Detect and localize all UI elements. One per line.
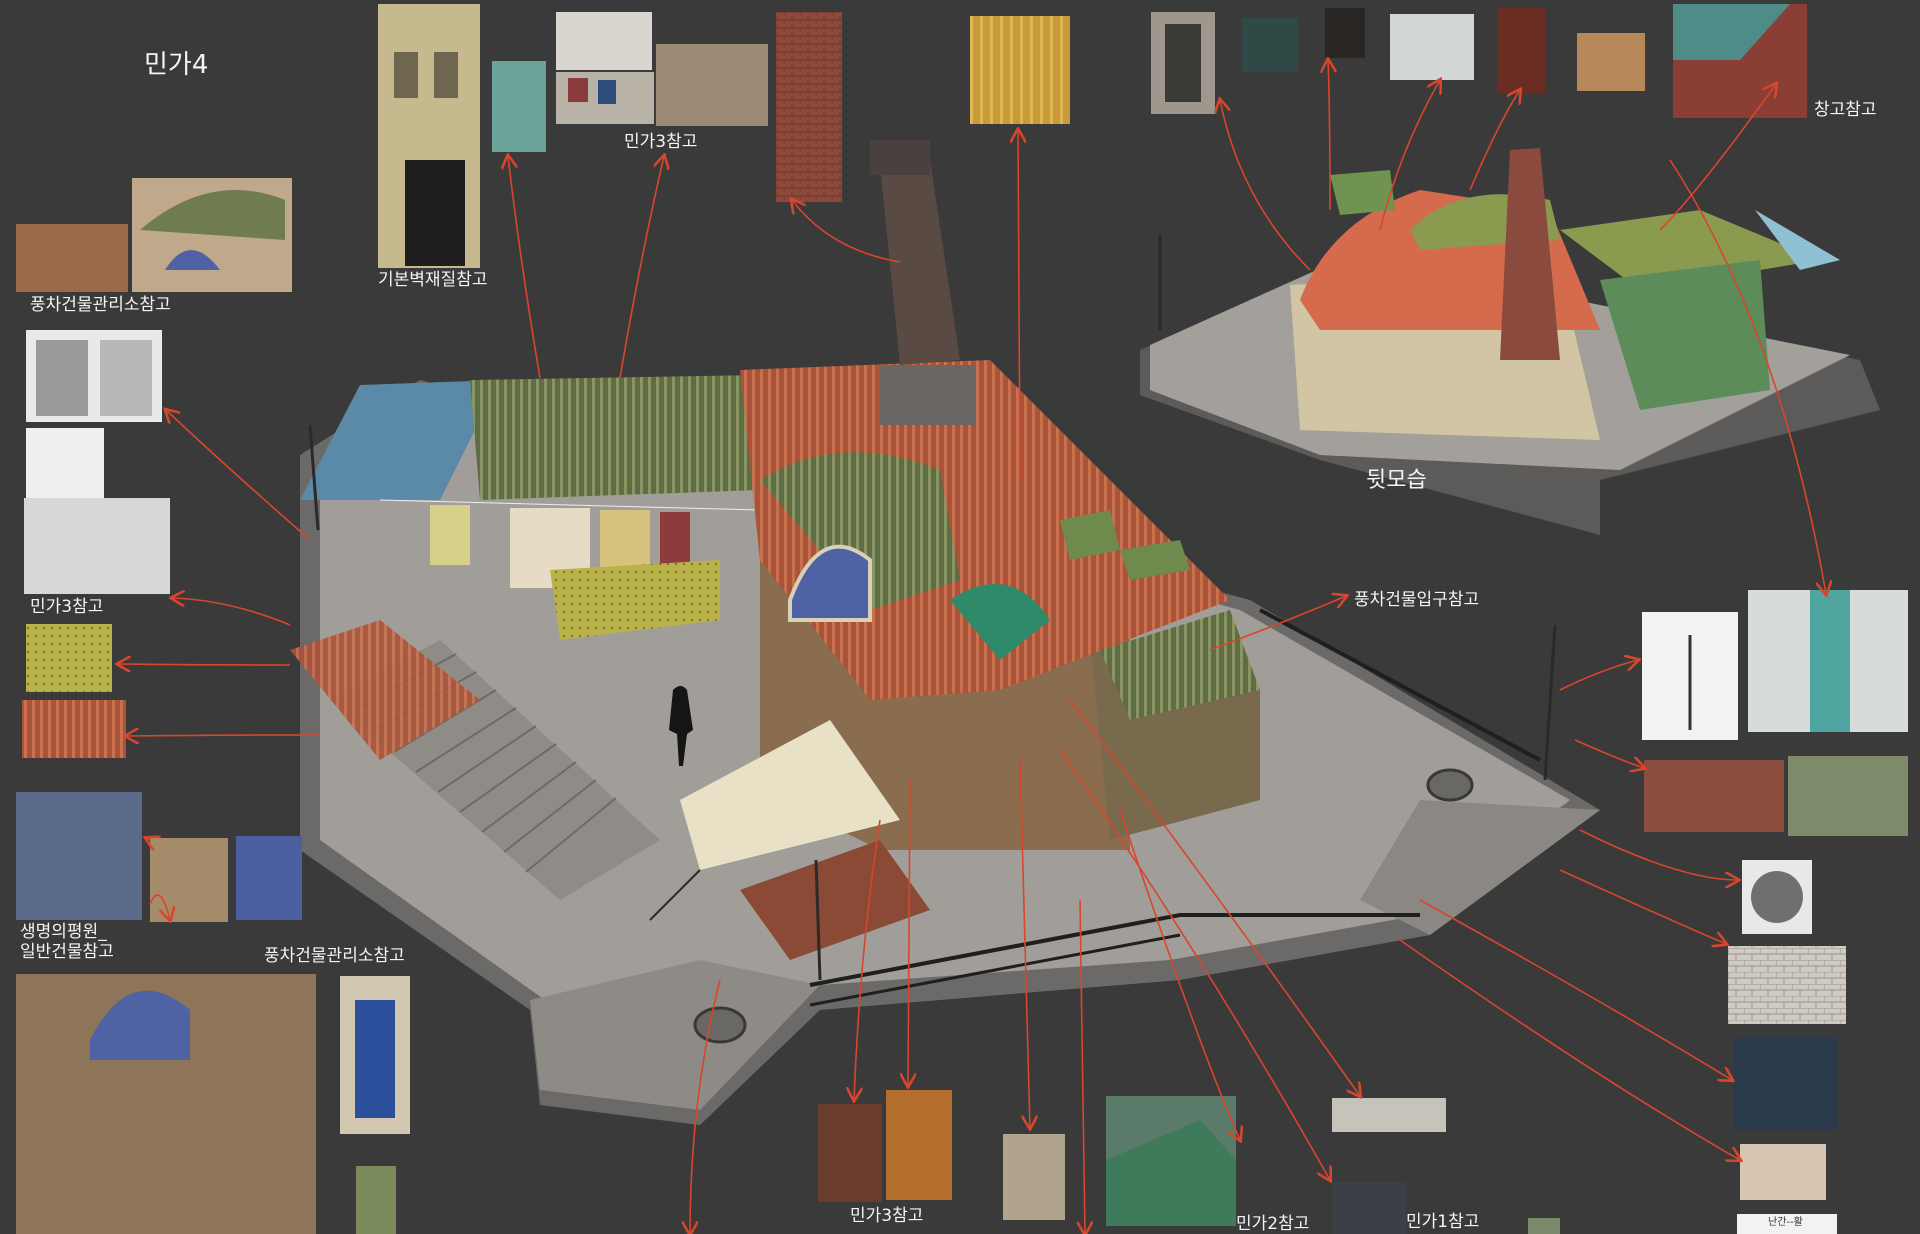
label-windmill-office-top: 풍차건물관리소참고 bbox=[30, 295, 171, 315]
thumb-dotted-fabric bbox=[26, 624, 112, 692]
label-house3-left: 민가3참고 bbox=[30, 597, 104, 617]
back-view-illustration bbox=[1140, 148, 1880, 535]
thumb-arched-window bbox=[150, 838, 228, 922]
thumb-teal-panel bbox=[492, 61, 546, 152]
concept-art-sheet bbox=[16, 4, 1908, 1234]
thumb-bamboo-planks bbox=[970, 16, 1070, 124]
thumb-small-bottom bbox=[1528, 1218, 1560, 1234]
thumb-barred-window bbox=[1003, 1134, 1065, 1220]
thumb-brick-wall bbox=[776, 12, 842, 202]
thumb-bench-2 bbox=[24, 498, 170, 594]
thumb-fan bbox=[1325, 8, 1365, 58]
thumb-vent-1 bbox=[1242, 18, 1298, 72]
thumb-green-bench-wall bbox=[1788, 756, 1908, 836]
thumb-windmill-office-1 bbox=[16, 224, 128, 292]
thumb-corrugated-metal bbox=[22, 700, 126, 758]
thumb-small-door-bottom bbox=[356, 1166, 396, 1234]
label-wall-material: 기본벽재질참고 bbox=[378, 270, 488, 290]
thumb-carpet bbox=[818, 1104, 882, 1202]
label-back-view: 뒷모습 bbox=[1366, 468, 1427, 493]
thumb-window-strip bbox=[1332, 1098, 1446, 1132]
label-life-tree-line2: 일반건물참고 bbox=[20, 942, 114, 962]
label-house1: 민가1참고 bbox=[1406, 1212, 1480, 1232]
label-windmill-office-bottom: 풍차건물관리소참고 bbox=[264, 946, 405, 966]
thumb-ac-unit bbox=[1390, 14, 1474, 80]
thumb-cardboard-box bbox=[1577, 33, 1645, 91]
thumb-life-tree-building bbox=[16, 792, 142, 920]
thumb-red-brick-wall bbox=[1644, 760, 1784, 832]
thumb-alley-photo bbox=[656, 44, 768, 126]
thumb-bench-1 bbox=[26, 428, 104, 498]
label-house3-top: 민가3참고 bbox=[624, 132, 698, 152]
sheet-title: 민가4 bbox=[144, 50, 209, 80]
label-life-tree-line1: 생명의평원_ bbox=[20, 922, 107, 942]
label-house3-bottom: 민가3참고 bbox=[850, 1206, 924, 1226]
thumb-shutter bbox=[1497, 8, 1545, 94]
thumb-wooden-door bbox=[886, 1090, 952, 1200]
label-windmill-entrance: 풍차건물입구참고 bbox=[1354, 590, 1480, 610]
thumb-house1 bbox=[1332, 1182, 1406, 1234]
thumb-blue-window bbox=[236, 836, 302, 920]
thumb-posters bbox=[1734, 1038, 1838, 1130]
thumb-drain-tiles bbox=[1728, 946, 1846, 1024]
thumb-plaster-panel bbox=[1740, 1144, 1826, 1200]
label-house2: 민가2참고 bbox=[1236, 1214, 1310, 1234]
label-corner-small: 난간--활 bbox=[1768, 1217, 1803, 1228]
thumb-laundry-photo-1 bbox=[556, 12, 652, 70]
label-warehouse: 창고참고 bbox=[1814, 100, 1877, 120]
